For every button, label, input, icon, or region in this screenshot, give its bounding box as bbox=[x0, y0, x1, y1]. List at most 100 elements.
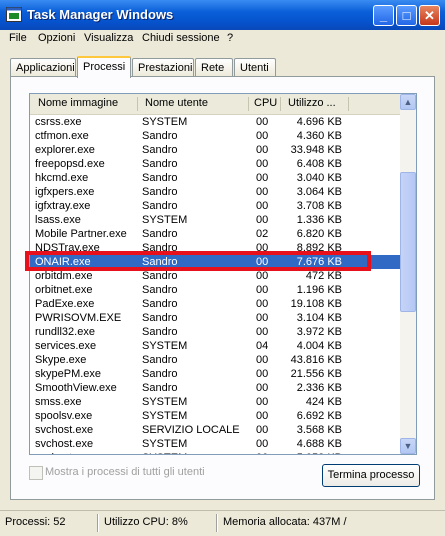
table-row[interactable]: explorer.exe Sandro 00 33.948 KB bbox=[30, 143, 400, 157]
table-row[interactable]: smss.exe SYSTEM 00 424 KB bbox=[30, 395, 400, 409]
tab-rete[interactable]: Rete bbox=[195, 58, 233, 77]
process-user: Sandro bbox=[142, 172, 178, 184]
table-row[interactable]: igfxtray.exe Sandro 00 3.708 KB bbox=[30, 199, 400, 213]
table-row[interactable]: spoolsv.exe SYSTEM 00 6.692 KB bbox=[30, 409, 400, 423]
process-user: SYSTEM bbox=[142, 116, 188, 128]
column-header-user[interactable]: Nome utente bbox=[145, 97, 208, 109]
process-user: Sandro bbox=[142, 298, 178, 310]
process-user: Sandro bbox=[142, 312, 178, 324]
table-row[interactable]: services.exe SYSTEM 04 4.004 KB bbox=[30, 339, 400, 353]
process-image-name: ctfmon.exe bbox=[35, 130, 89, 142]
process-cpu: 00 bbox=[256, 451, 268, 454]
process-user: Sandro bbox=[142, 284, 178, 296]
menu-visualizza[interactable]: Visualizza bbox=[84, 32, 133, 44]
process-user: SYSTEM bbox=[142, 410, 188, 422]
process-image-name: spoolsv.exe bbox=[35, 410, 93, 422]
process-cpu: 00 bbox=[256, 326, 269, 338]
process-image-name: svchost.exe bbox=[35, 451, 93, 454]
show-all-users-checkbox[interactable] bbox=[29, 466, 43, 480]
menu-file[interactable]: File bbox=[9, 32, 27, 44]
process-memory: 4.696 KB bbox=[296, 116, 342, 128]
table-row[interactable]: orbitdm.exe Sandro 00 472 KB bbox=[30, 269, 400, 283]
tab-applicazioni[interactable]: Applicazioni bbox=[10, 58, 76, 77]
table-row[interactable]: svchost.exe SERVIZIO LOCALE 00 3.568 KB bbox=[30, 423, 400, 437]
process-image-name: orbitdm.exe bbox=[35, 270, 93, 282]
table-row[interactable]: lsass.exe SYSTEM 00 1.336 KB bbox=[30, 213, 400, 227]
process-image-name: igfxtray.exe bbox=[35, 200, 91, 212]
process-image-name: Skype.exe bbox=[35, 354, 87, 366]
table-row[interactable]: hkcmd.exe Sandro 00 3.040 KB bbox=[30, 171, 400, 185]
process-cpu: 00 bbox=[256, 270, 269, 282]
table-row[interactable]: PadExe.exe Sandro 00 19.108 KB bbox=[30, 297, 400, 311]
process-cpu: 00 bbox=[256, 116, 269, 128]
process-user: SYSTEM bbox=[142, 438, 188, 450]
tab-prestazioni[interactable]: Prestazioni bbox=[132, 58, 194, 77]
process-image-name: freepopsd.exe bbox=[35, 158, 105, 170]
column-header-image[interactable]: Nome immagine bbox=[38, 97, 118, 109]
process-image-name: Mobile Partner.exe bbox=[35, 228, 127, 240]
process-cpu: 00 bbox=[256, 424, 269, 436]
table-row[interactable]: NDSTray.exe Sandro 00 8.892 KB bbox=[30, 241, 400, 255]
process-user: Sandro bbox=[142, 242, 178, 254]
table-row[interactable]: svchost.exe SYSTEM 00 5.052 KB bbox=[30, 451, 400, 454]
table-row[interactable]: PWRISOVM.EXE Sandro 00 3.104 KB bbox=[30, 311, 400, 325]
table-row[interactable]: skypePM.exe Sandro 00 21.556 KB bbox=[30, 367, 400, 381]
column-divider[interactable] bbox=[280, 97, 281, 111]
title-bar[interactable]: Task Manager Windows _ □ ✕ bbox=[0, 0, 445, 30]
scroll-down-button[interactable]: ▼ bbox=[400, 438, 416, 454]
status-memory: Memoria allocata: 437M / bbox=[223, 516, 347, 528]
menu-opzioni[interactable]: Opzioni bbox=[38, 32, 75, 44]
maximize-button[interactable]: □ bbox=[396, 5, 417, 26]
process-user: Sandro bbox=[142, 158, 178, 170]
process-image-name: rundll32.exe bbox=[35, 326, 95, 338]
tab-processi[interactable]: Processi bbox=[77, 56, 131, 78]
process-cpu: 00 bbox=[256, 410, 269, 422]
table-row[interactable]: ctfmon.exe Sandro 00 4.360 KB bbox=[30, 129, 400, 143]
status-divider bbox=[97, 514, 98, 532]
process-user: Sandro bbox=[142, 228, 178, 240]
menu-chiudi-sessione[interactable]: Chiudi sessione bbox=[142, 32, 220, 44]
table-row[interactable]: csrss.exe SYSTEM 00 4.696 KB bbox=[30, 115, 400, 129]
vertical-scrollbar[interactable]: ▲ ▼ bbox=[400, 94, 416, 454]
scroll-thumb[interactable] bbox=[400, 172, 416, 312]
process-user: SYSTEM bbox=[142, 340, 188, 352]
column-header-memory[interactable]: Utilizzo ... bbox=[288, 97, 336, 109]
column-header-cpu[interactable]: CPU bbox=[254, 97, 277, 109]
table-row[interactable]: Mobile Partner.exe Sandro 02 6.820 KB bbox=[30, 227, 400, 241]
process-image-name: PWRISOVM.EXE bbox=[35, 312, 122, 324]
table-row[interactable]: igfxpers.exe Sandro 00 3.064 KB bbox=[30, 185, 400, 199]
process-rows: csrss.exe SYSTEM 00 4.696 KB ctfmon.exe Sandr… bbox=[30, 115, 400, 454]
scroll-up-button[interactable]: ▲ bbox=[400, 94, 416, 110]
table-row[interactable]: freepopsd.exe Sandro 00 6.408 KB bbox=[30, 157, 400, 171]
process-memory: 3.104 KB bbox=[296, 312, 342, 324]
process-user: Sandro bbox=[142, 144, 178, 156]
table-row[interactable]: rundll32.exe Sandro 00 3.972 KB bbox=[30, 325, 400, 339]
table-row[interactable]: SmoothView.exe Sandro 00 2.336 KB bbox=[30, 381, 400, 395]
column-divider[interactable] bbox=[137, 97, 138, 111]
process-image-name: services.exe bbox=[35, 340, 97, 352]
process-user: Sandro bbox=[142, 256, 178, 268]
menu-help[interactable]: ? bbox=[227, 32, 233, 44]
table-row[interactable]: orbitnet.exe Sandro 00 1.196 KB bbox=[30, 283, 400, 297]
process-list[interactable]: Nome immagine Nome utente CPU Utilizzo .… bbox=[29, 93, 417, 455]
process-user: Sandro bbox=[142, 130, 178, 142]
process-cpu: 00 bbox=[256, 368, 269, 380]
process-user: SYSTEM bbox=[142, 396, 188, 408]
process-cpu: 00 bbox=[256, 158, 269, 170]
table-row[interactable]: Skype.exe Sandro 00 43.816 KB bbox=[30, 353, 400, 367]
process-image-name: svchost.exe bbox=[35, 438, 94, 450]
close-button[interactable]: ✕ bbox=[419, 5, 440, 26]
minimize-button[interactable]: _ bbox=[373, 5, 394, 26]
table-row[interactable]: ONAIR.exe Sandro 00 7.676 KB bbox=[30, 255, 400, 269]
process-memory: 33.948 KB bbox=[290, 144, 342, 156]
end-process-button[interactable]: Termina processo bbox=[322, 464, 420, 487]
tab-utenti[interactable]: Utenti bbox=[234, 58, 276, 77]
process-user: Sandro bbox=[142, 186, 178, 198]
process-cpu: 00 bbox=[256, 382, 269, 394]
column-divider[interactable] bbox=[348, 97, 349, 111]
table-row[interactable]: svchost.exe SYSTEM 00 4.688 KB bbox=[30, 437, 400, 451]
process-cpu: 00 bbox=[256, 172, 269, 184]
column-divider[interactable] bbox=[248, 97, 249, 111]
process-cpu: 00 bbox=[256, 438, 269, 450]
status-divider bbox=[216, 514, 217, 532]
